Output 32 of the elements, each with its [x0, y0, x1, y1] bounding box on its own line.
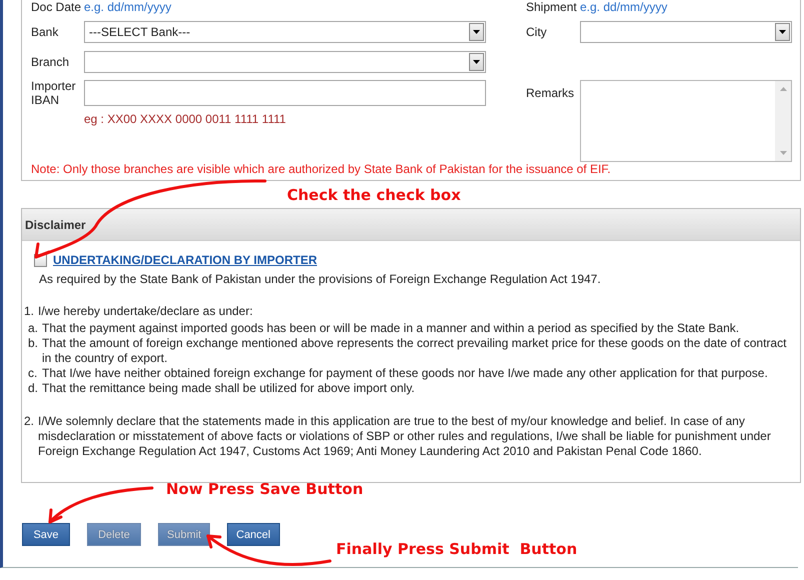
list-marker: b. — [28, 336, 40, 352]
field-label: Branch — [31, 55, 70, 69]
button[interactable]: Save — [22, 523, 70, 546]
annotation-text: Check the check box — [287, 186, 461, 204]
format-hint: eg : XX00 XXXX 0000 0011 1111 1111 — [84, 112, 286, 126]
date-format-hint: e.g. dd/mm/yyyy — [84, 0, 172, 14]
list-text: I/we hereby undertake/declare as under: — [38, 304, 254, 319]
dropdown[interactable]: ---SELECT Bank--- — [84, 21, 486, 43]
list-marker: 2. — [23, 414, 36, 430]
field-label: Remarks — [526, 86, 576, 100]
list-marker: d. — [28, 381, 40, 396]
declaration-link[interactable]: UNDERTAKING/DECLARATION BY IMPORTER — [53, 253, 317, 267]
list-text: That the payment against imported goods has been or will be made in a manner and within a period as specified by the State Bank. — [42, 321, 740, 336]
field-label: Bank — [31, 25, 60, 39]
list-marker: c. — [28, 366, 38, 381]
list-marker: a. — [28, 321, 40, 336]
field-label: Importer IBAN — [31, 79, 77, 107]
field-label: Doc Date — [31, 0, 82, 14]
list-text: That the remittance being made shall be utilized for above import only. — [42, 381, 416, 396]
field-label: City — [526, 25, 548, 39]
list-text: That the amount of foreign exchange mentioned above represents the correct prevailing market price for these goods on the date of contract in the country of export. — [42, 336, 788, 366]
annotation-text: Now Press Save Button — [166, 480, 364, 498]
note-text: Note: Only those branches are visible which are authorized by State Bank of Pakistan for the issuance of EIF. — [31, 162, 612, 176]
date-format-hint: e.g. dd/mm/yyyy — [580, 0, 668, 14]
button[interactable]: Cancel — [227, 523, 280, 546]
annotation-text: Finally Press Submit Button — [336, 540, 578, 558]
list-marker: 1. — [23, 304, 36, 319]
list-text: That I/we have neither obtained foreign exchange for payment of these goods nor have I/we made any other application for that purpose. — [42, 366, 769, 381]
list-text: I/We solemnly declare that the statements made in this application are true to the best of my/our knowledge and belief. In case of any misdeclaration or misstatement of above facts or violations of SBP or other rules and regulations, I/we shall be liable for punishment under Foreign Exchange Regulation Act 1947, Customs Act 1969; Anti Money Laundering Act 2010 and Pakistan Penal Code 1860. — [38, 414, 772, 459]
disclaimer-header: Disclaimer — [22, 209, 800, 241]
intro-text: As required by the State Bank of Pakistan under the provisions of Foreign Exchange Regulation Act 1947. — [38, 272, 602, 286]
field-label: Shipment — [526, 0, 578, 14]
